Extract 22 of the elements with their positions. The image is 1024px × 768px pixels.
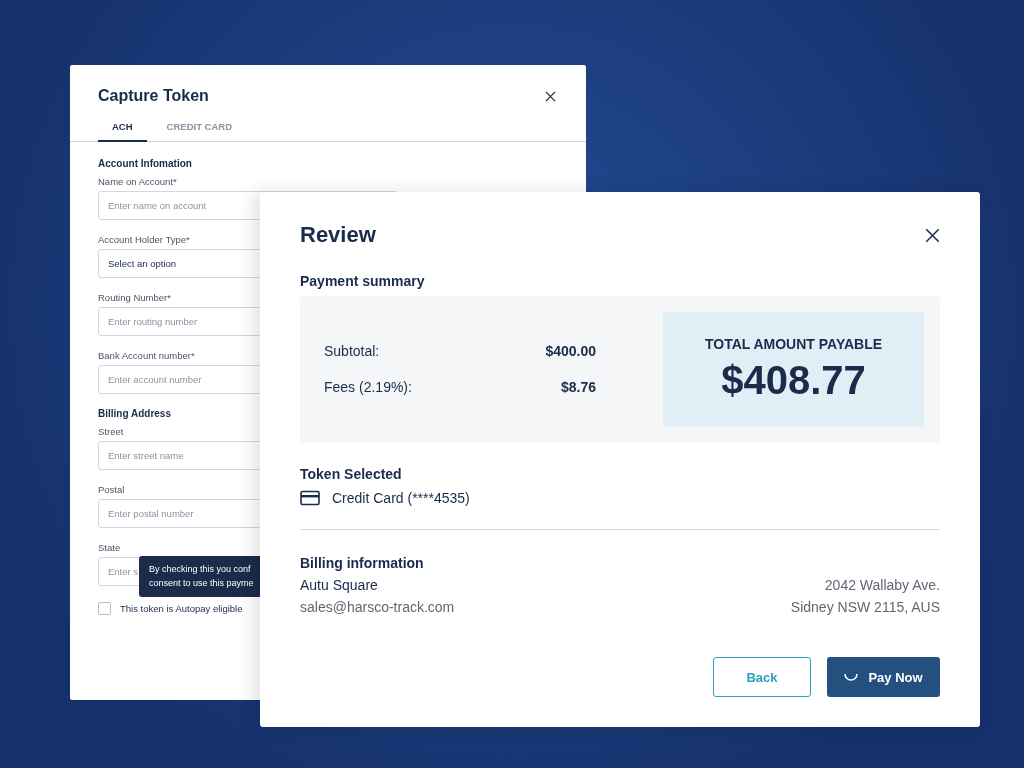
field-label: Routing Number*	[98, 292, 171, 303]
total-amount: $408.77	[721, 357, 866, 403]
summary-value: $8.76	[560, 379, 596, 395]
dialog-title: Review	[300, 222, 376, 248]
total-label: TOTAL AMOUNT PAYABLE	[704, 335, 883, 352]
address-text: Sidney NSW 2115, AUS	[790, 599, 940, 615]
field-label: Bank Account number*	[98, 350, 195, 361]
billing-text: Autu Square	[300, 577, 379, 593]
summary-value: $400.00	[545, 343, 596, 359]
field-label: Account Holder Type*	[98, 234, 190, 245]
field-label: Street	[98, 426, 124, 437]
summary-label: Subtotal:	[324, 343, 380, 359]
address-text: 2042 Wallaby Ave.	[824, 577, 940, 593]
field-label: Postal	[98, 484, 125, 495]
billing-text: sales@harsco-track.com	[300, 599, 455, 615]
dialog-title: Capture Token	[98, 87, 209, 105]
checkbox-label: This token is Autopay eligible	[120, 603, 243, 614]
field-label: State	[98, 542, 121, 553]
section-heading: Billing Address	[98, 408, 172, 419]
field-label: Name on Account*	[98, 176, 177, 187]
section-heading: Billing information	[300, 555, 425, 571]
section-heading: Account Infomation	[98, 158, 193, 169]
